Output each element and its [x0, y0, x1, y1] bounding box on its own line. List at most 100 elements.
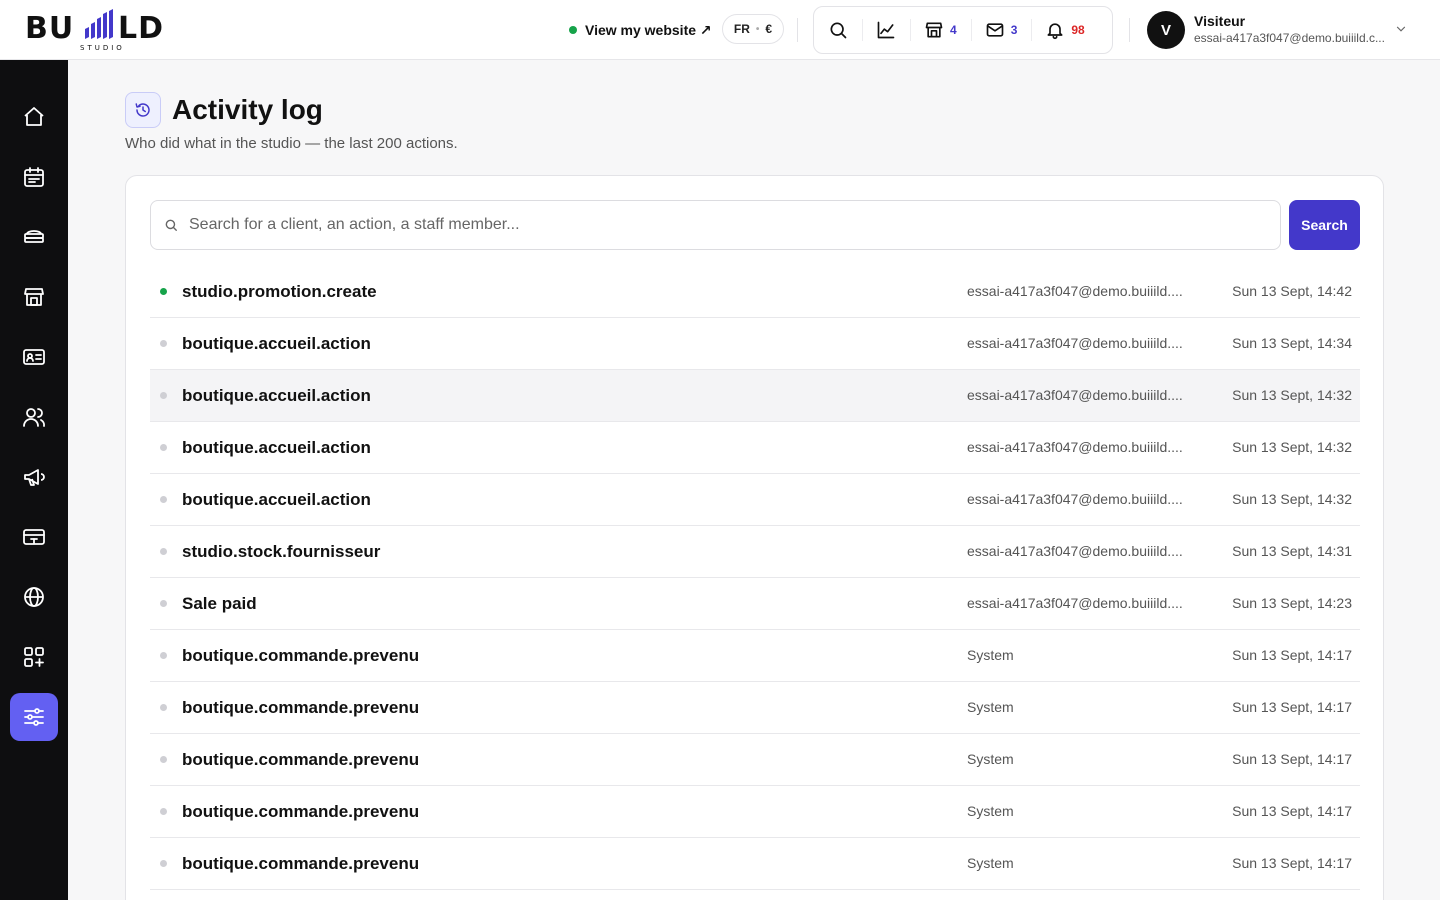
language-label: FR — [733, 22, 750, 36]
avatar[interactable]: V — [1147, 11, 1185, 49]
log-time: Sun 13 Sept, 14:34 — [1232, 335, 1352, 351]
log-row[interactable]: boutique.commande.prevenu System Sun 13 … — [150, 682, 1360, 734]
log-action: studio.stock.fournisseur — [182, 542, 381, 561]
mail-count: 3 — [1010, 23, 1018, 37]
log-actor: essai-a417a3f047@demo.buiiild.... — [967, 439, 1183, 455]
log-row[interactable]: boutique.accueil.action essai-a417a3f047… — [150, 318, 1360, 370]
sidebar-item-payments[interactable] — [10, 513, 58, 561]
log-actor: essai-a417a3f047@demo.buiiild.... — [967, 491, 1183, 507]
read-status-dot — [160, 600, 167, 607]
users-icon — [23, 408, 45, 427]
sidebar-item-settings[interactable] — [10, 693, 58, 741]
log-time: Sun 13 Sept, 14:17 — [1232, 803, 1352, 819]
view-website-link[interactable]: View my website ↗ — [569, 19, 712, 41]
mail-toolbar-button[interactable]: 3 — [970, 6, 1032, 54]
courses-icon — [24, 230, 44, 243]
store-toolbar-button[interactable]: 4 — [910, 6, 971, 54]
log-action: studio.promotion.create — [182, 282, 377, 301]
log-row[interactable]: boutique.commande.prevenu System Sun 13 … — [150, 786, 1360, 838]
read-status-dot — [160, 860, 167, 867]
sidebar-item-courses[interactable] — [10, 213, 58, 261]
activity-log-card: Search studio.promotion.create essai-a41… — [125, 175, 1384, 900]
log-action: boutique.commande.prevenu — [182, 854, 420, 873]
user-menu-toggle[interactable] — [1394, 22, 1408, 41]
header-divider — [797, 18, 798, 42]
search-toolbar-button[interactable] — [814, 6, 862, 54]
log-actor: essai-a417a3f047@demo.buiiild.... — [967, 335, 1183, 351]
sidebar-item-apps[interactable] — [10, 633, 58, 681]
stats-toolbar-button[interactable] — [862, 6, 910, 54]
read-status-dot — [160, 496, 167, 503]
log-action: boutique.commande.prevenu — [182, 646, 420, 665]
header-divider — [1129, 18, 1130, 42]
sidebar-item-website[interactable] — [10, 573, 58, 621]
search-button[interactable]: Search — [1289, 200, 1360, 250]
sidebar-item-calendar[interactable] — [10, 153, 58, 201]
log-action: boutique.accueil.action — [182, 438, 371, 457]
separator-dot: • — [755, 23, 760, 35]
log-action: boutique.accueil.action — [182, 386, 371, 405]
store-icon — [925, 22, 943, 38]
log-time: Sun 13 Sept, 14:17 — [1232, 699, 1352, 715]
log-actor: essai-a417a3f047@demo.buiiild.... — [967, 387, 1183, 403]
notifications-toolbar-button[interactable]: 98 — [1031, 6, 1098, 54]
sidebar — [0, 60, 68, 900]
log-row[interactable]: boutique.accueil.action essai-a417a3f047… — [150, 370, 1360, 422]
user-email[interactable]: essai-a417a3f047@demo.buiiild.c... — [1194, 31, 1390, 45]
language-currency-switch[interactable]: FR • € — [722, 14, 784, 44]
log-actor: System — [967, 855, 1014, 871]
currency-label: € — [765, 22, 773, 36]
log-actor: essai-a417a3f047@demo.buiiild.... — [967, 283, 1183, 299]
apps-icon — [24, 647, 44, 667]
chart-line-icon — [877, 21, 895, 39]
log-row[interactable]: boutique.commande.prevenu System Sun 13 … — [150, 838, 1360, 890]
log-row[interactable]: boutique.commande.prevenu System Sun 13 … — [150, 630, 1360, 682]
log-action: boutique.commande.prevenu — [182, 802, 420, 821]
sidebar-item-marketing[interactable] — [10, 453, 58, 501]
globe-icon — [24, 587, 44, 607]
log-row[interactable]: boutique.accueil.action essai-a417a3f047… — [150, 474, 1360, 526]
log-actor: System — [967, 647, 1014, 663]
svg-text:STUDIO: STUDIO — [80, 44, 125, 52]
home-icon — [24, 107, 44, 126]
read-status-dot — [160, 652, 167, 659]
megaphone-icon — [24, 469, 45, 486]
bell-icon — [1047, 23, 1063, 40]
top-header: BU LD STUDIO View my website ↗ FR • € 4 — [0, 0, 1440, 60]
log-time: Sun 13 Sept, 14:32 — [1232, 491, 1352, 507]
chevron-down-icon — [1396, 26, 1406, 32]
search-icon — [830, 22, 847, 39]
svg-text:BU: BU — [25, 11, 74, 46]
log-time: Sun 13 Sept, 14:31 — [1232, 543, 1352, 559]
search-field[interactable] — [150, 200, 1281, 250]
read-status-dot — [160, 392, 167, 399]
log-row[interactable]: boutique.accueil.action essai-a417a3f047… — [150, 422, 1360, 474]
sidebar-item-users[interactable] — [10, 393, 58, 441]
build-studio-logo[interactable]: BU LD STUDIO — [25, 8, 185, 52]
log-action: boutique.accueil.action — [182, 490, 371, 509]
log-actor: System — [967, 803, 1014, 819]
log-action: boutique.accueil.action — [182, 334, 371, 353]
settings-sliders-icon — [24, 708, 44, 726]
mail-icon — [986, 23, 1004, 37]
page-title: Activity log — [172, 94, 323, 125]
search-icon — [165, 219, 177, 231]
activity-log-list: studio.promotion.create essai-a417a3f047… — [150, 266, 1360, 890]
store-icon — [24, 288, 44, 306]
sidebar-item-members[interactable] — [10, 333, 58, 381]
sidebar-item-home[interactable] — [10, 93, 58, 141]
view-website-label: View my website ↗ — [585, 21, 712, 38]
log-row[interactable]: studio.promotion.create essai-a417a3f047… — [150, 266, 1360, 318]
log-row[interactable]: Sale paid essai-a417a3f047@demo.buiiild.… — [150, 578, 1360, 630]
store-count: 4 — [950, 23, 957, 37]
log-time: Sun 13 Sept, 14:32 — [1232, 387, 1352, 403]
log-row[interactable]: studio.stock.fournisseur essai-a417a3f04… — [150, 526, 1360, 578]
new-status-dot — [160, 288, 167, 295]
log-time: Sun 13 Sept, 14:32 — [1232, 439, 1352, 455]
sidebar-item-store[interactable] — [10, 273, 58, 321]
notification-count: 98 — [1071, 23, 1085, 37]
search-input[interactable] — [189, 201, 1269, 249]
log-row[interactable]: boutique.commande.prevenu System Sun 13 … — [150, 734, 1360, 786]
page-subtitle: Who did what in the studio — the last 20… — [125, 135, 458, 152]
user-name[interactable]: Visiteur — [1194, 13, 1245, 29]
